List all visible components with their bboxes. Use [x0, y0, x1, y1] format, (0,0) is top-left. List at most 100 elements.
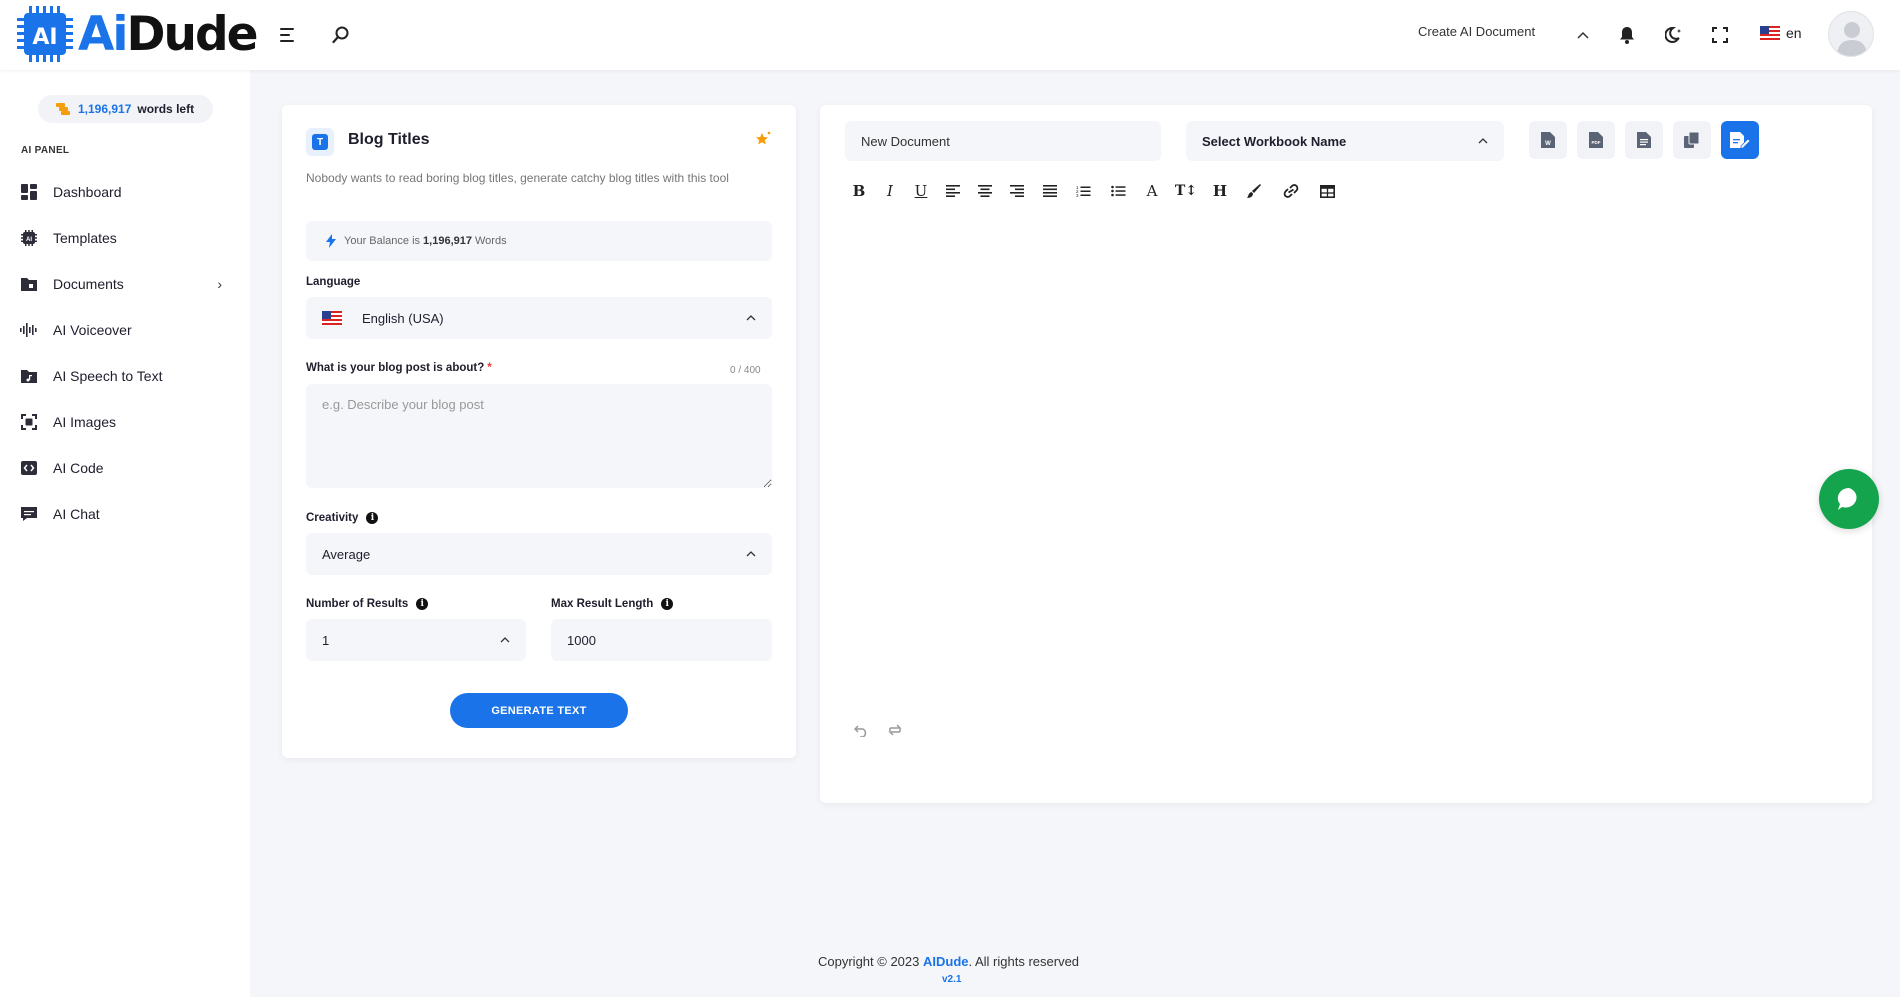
justify-button[interactable] [1038, 180, 1062, 202]
sidebar-item-ai-speech-to-text[interactable]: AI Speech to Text [20, 363, 230, 389]
blog-titles-icon: T [306, 128, 334, 156]
balance-suffix: Words [474, 235, 507, 247]
word-export-button[interactable]: W [1529, 121, 1567, 159]
font-size-button[interactable]: T↕ [1174, 180, 1198, 202]
redo-icon [888, 724, 902, 736]
waveform-icon [20, 321, 38, 339]
words-count: 1,196,917 [78, 102, 132, 116]
text-export-icon [1637, 132, 1651, 148]
workbook-placeholder: Select Workbook Name [1202, 133, 1347, 149]
document-name-input[interactable] [845, 121, 1161, 161]
results-label: Number of Results i [306, 598, 429, 610]
svg-text:AI: AI [26, 237, 32, 243]
word-export-icon: W [1541, 132, 1555, 148]
sidebar-item-ai-chat[interactable]: AI Chat [20, 501, 230, 527]
font-color-button[interactable]: A [1140, 180, 1164, 202]
dashboard-icon [20, 183, 38, 201]
info-icon: i [661, 598, 674, 610]
chip-logo-icon: AI [17, 6, 73, 62]
bullet-list-button[interactable] [1106, 180, 1130, 202]
logo-ai: Ai [78, 6, 128, 62]
fullscreen-icon[interactable] [1707, 22, 1733, 48]
align-left-icon [946, 185, 960, 197]
sidebar-item-label: AI Images [53, 414, 117, 430]
tool-title: Blog Titles [348, 131, 430, 148]
language-label: Language [306, 276, 361, 288]
sidebar-item-label: Dashboard [53, 184, 122, 200]
pdf-export-button[interactable]: PDF [1577, 121, 1615, 159]
sidebar: 1,196,917 words left AI PANEL Dashboard … [0, 70, 250, 997]
table-icon [1319, 184, 1335, 198]
sidebar-item-ai-images[interactable]: AI Images [20, 409, 230, 435]
version-label: v2.1 [942, 974, 962, 985]
creativity-value: Average [322, 546, 371, 562]
dark-mode-icon[interactable] [1661, 22, 1687, 48]
sidebar-item-dashboard[interactable]: Dashboard [20, 179, 230, 205]
balance-info: Your Balance is 1,196,917 Words [306, 221, 772, 261]
align-center-button[interactable] [973, 180, 997, 202]
italic-button[interactable]: I [878, 180, 902, 202]
search-icon[interactable] [328, 22, 354, 48]
sidebar-item-documents[interactable]: Documents › [20, 271, 230, 297]
ordered-list-icon: 123 [1076, 185, 1090, 197]
blog-about-textarea[interactable] [306, 384, 772, 488]
heading-button[interactable]: H [1208, 180, 1232, 202]
align-right-button[interactable] [1005, 180, 1029, 202]
results-select[interactable]: 1 [306, 619, 526, 661]
generate-text-button[interactable]: GENERATE TEXT [450, 693, 628, 728]
svg-text:3: 3 [1076, 193, 1079, 197]
logo-text: AiDude [78, 11, 259, 58]
lightning-icon [326, 234, 336, 248]
music-file-icon [20, 367, 38, 385]
svg-text:W: W [1545, 141, 1551, 147]
text-export-button[interactable] [1625, 121, 1663, 159]
save-document-button[interactable] [1721, 121, 1759, 159]
chevron-up-icon[interactable] [1570, 22, 1596, 48]
notification-bell-icon[interactable] [1614, 22, 1640, 48]
chevron-up-icon [1478, 138, 1488, 144]
user-avatar[interactable] [1828, 11, 1874, 57]
sidebar-item-ai-voiceover[interactable]: AI Voiceover [20, 317, 230, 343]
chevron-up-icon [746, 315, 756, 321]
underline-button[interactable]: U [909, 180, 933, 202]
copy-button[interactable] [1673, 121, 1711, 159]
live-chat-button[interactable] [1819, 469, 1879, 529]
creativity-select[interactable]: Average [306, 533, 772, 575]
table-button[interactable] [1315, 180, 1339, 202]
footer-brand-link[interactable]: AIDude [923, 954, 969, 969]
pdf-export-icon: PDF [1589, 132, 1603, 148]
redo-button[interactable] [884, 719, 906, 741]
brush-button[interactable] [1242, 180, 1266, 202]
undo-button[interactable] [850, 719, 872, 741]
image-scan-icon [20, 413, 38, 431]
favorite-star-icon[interactable] [754, 130, 772, 153]
undo-icon [853, 725, 866, 737]
link-icon [1283, 184, 1299, 198]
info-icon: i [366, 512, 379, 524]
language-switcher[interactable]: en [1760, 25, 1802, 41]
sidebar-item-templates[interactable]: AI Templates [20, 225, 230, 251]
balance-prefix: Your Balance is [344, 235, 421, 247]
max-length-input[interactable] [551, 619, 772, 661]
brand-logo[interactable]: AI AiDude [14, 4, 259, 64]
max-length-label: Max Result Length i [551, 598, 674, 610]
svg-text:PDF: PDF [1592, 140, 1601, 145]
language-select[interactable]: English (USA) [306, 297, 772, 339]
sidebar-item-label: AI Speech to Text [53, 368, 163, 384]
workbook-select[interactable]: Select Workbook Name [1186, 121, 1504, 161]
panel-label: AI PANEL [21, 145, 70, 156]
bold-button[interactable]: B [847, 180, 871, 202]
logo-dude: Dude [126, 6, 259, 62]
sidebar-item-label: AI Voiceover [53, 322, 132, 338]
create-document-dropdown[interactable]: Create AI Document [1418, 24, 1535, 39]
character-counter: 0 / 400 [730, 365, 761, 376]
sidebar-item-label: Documents [53, 276, 124, 292]
sidebar-item-ai-code[interactable]: AI Code [20, 455, 230, 481]
menu-toggle-icon[interactable] [276, 22, 302, 48]
language-value: English (USA) [362, 310, 444, 326]
link-button[interactable] [1279, 180, 1303, 202]
justify-icon [1043, 185, 1057, 197]
align-left-button[interactable] [941, 180, 965, 202]
ordered-list-button[interactable]: 123 [1071, 180, 1095, 202]
brush-icon [1247, 184, 1261, 198]
